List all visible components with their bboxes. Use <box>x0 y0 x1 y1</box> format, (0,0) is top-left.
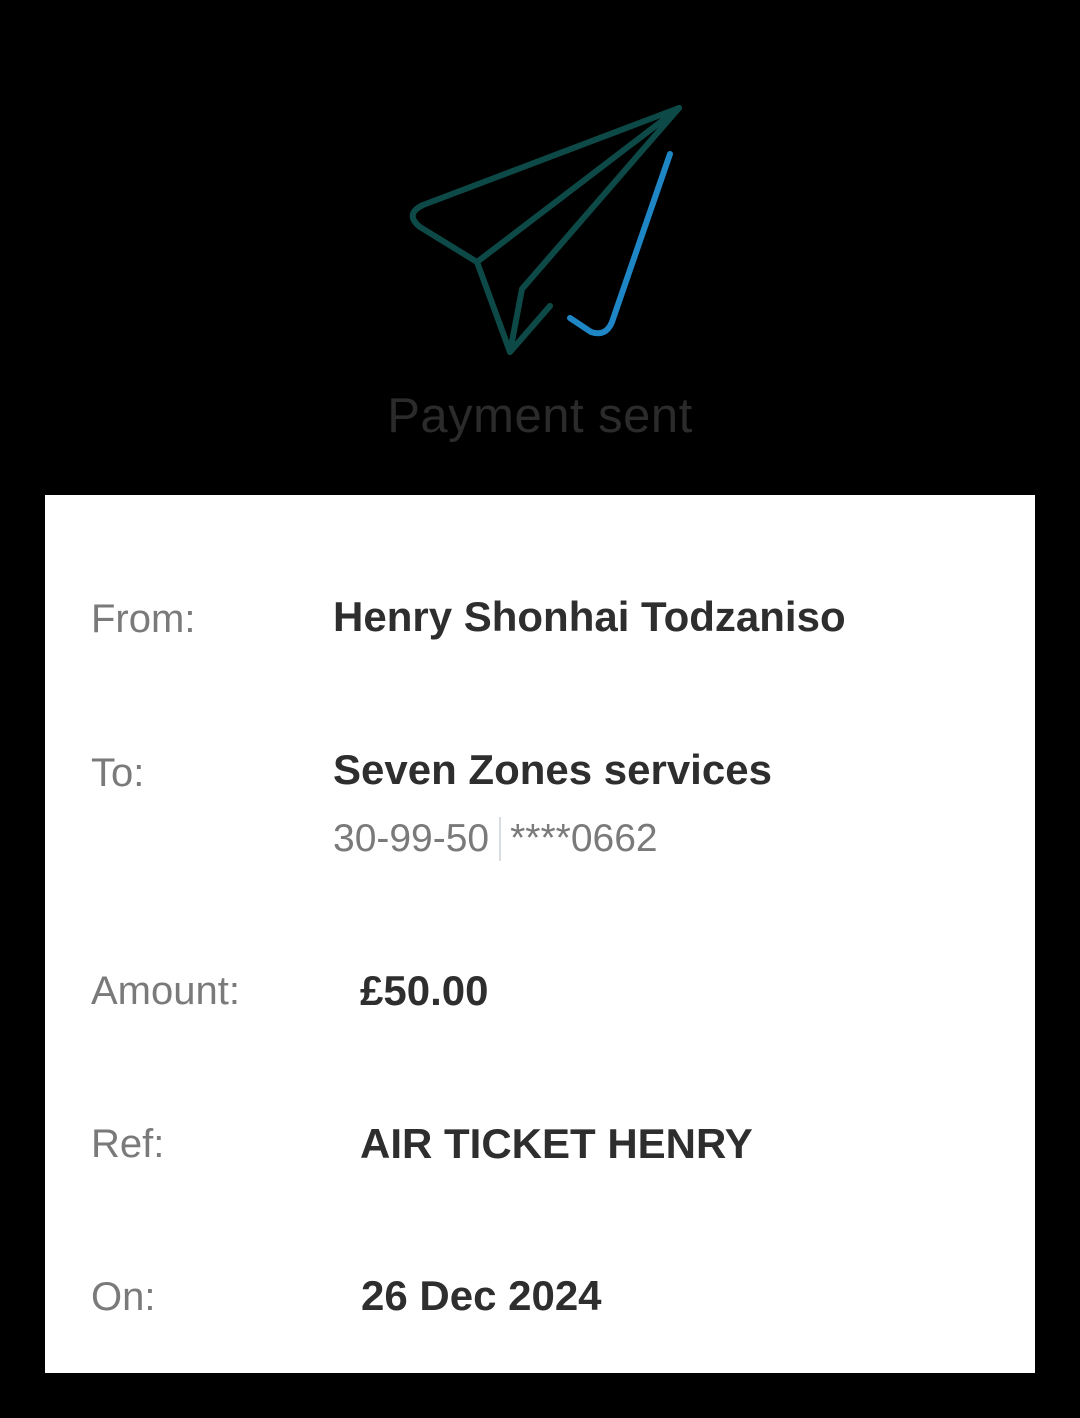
ref-label: Ref: <box>91 1122 165 1166</box>
to-value: Seven Zones services <box>333 746 772 793</box>
account-details: 30-99-50 ****0662 <box>333 817 658 861</box>
from-label: From: <box>91 597 196 641</box>
payment-header: Payment sent <box>0 0 1080 495</box>
payment-details-card: From: Henry Shonhai Todzaniso To: Seven … <box>45 495 1035 1373</box>
account-number: ****0662 <box>510 817 658 860</box>
on-label: On: <box>91 1275 156 1319</box>
ref-value: AIR TICKET HENRY <box>360 1120 753 1167</box>
from-value: Henry Shonhai Todzaniso <box>333 593 846 640</box>
page-title: Payment sent <box>387 389 693 443</box>
divider <box>499 817 502 861</box>
amount-value: £50.00 <box>360 967 489 1014</box>
sort-code: 30-99-50 <box>333 817 490 860</box>
on-value: 26 Dec 2024 <box>361 1272 602 1319</box>
paper-plane-check-icon <box>409 105 682 355</box>
to-label: To: <box>91 751 145 795</box>
amount-label: Amount: <box>91 969 240 1013</box>
